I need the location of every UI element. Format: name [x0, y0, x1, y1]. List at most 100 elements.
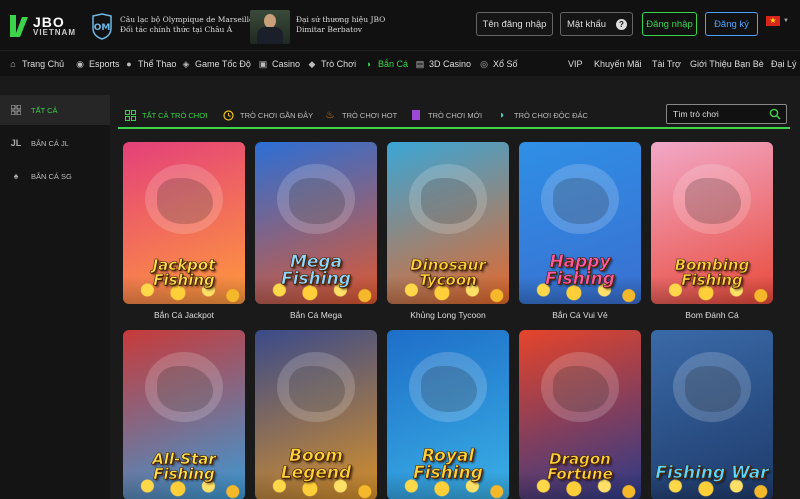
sidebar-item-label: BẮN CÁ SG — [31, 171, 72, 181]
nav-item-label: Thể Thao — [138, 59, 177, 69]
tab-hot-games[interactable]: ♨ TRÒ CHƠI HOT — [324, 105, 398, 125]
game-card[interactable]: Fishing War — [651, 330, 773, 499]
category-sidebar: TẤT CẢ JL BẮN CÁ JL ♠ BẮN CÁ SG — [0, 95, 110, 499]
sidebar-item-sg[interactable]: ♠ BẮN CÁ SG — [0, 161, 110, 191]
nav-item-label: Giới Thiệu Bạn Bè — [690, 59, 764, 69]
jbo-logo-icon — [10, 15, 28, 37]
game-card[interactable]: Royal Fishing — [387, 330, 509, 499]
controller-icon: ◈ — [182, 58, 190, 69]
nav-item-label: Esports — [89, 59, 120, 69]
username-field[interactable]: Tên đăng nhập — [476, 12, 553, 36]
game-card[interactable]: Boom Legend — [255, 330, 377, 499]
nav-item-0[interactable]: ⌂ Trang Chủ — [8, 51, 64, 77]
game-thumbnail[interactable]: Bombing Fishing — [651, 142, 773, 304]
game-thumbnail[interactable]: Dinosaur Tycoon — [387, 142, 509, 304]
jl-icon: JL — [10, 138, 22, 148]
game-thumbnail[interactable]: Happy Fishing — [519, 142, 641, 304]
nav-item-3[interactable]: ◈ Game Tốc Độ — [181, 51, 251, 77]
game-card[interactable]: Dragon Fortune — [519, 330, 641, 499]
password-help-icon[interactable]: ? — [616, 19, 627, 30]
game-logo-title: Fishing War — [655, 463, 769, 483]
search-input[interactable]: Tìm trò chơi — [666, 104, 787, 124]
fish-icon: ◗ — [498, 109, 506, 121]
login-button[interactable]: Đăng nhập — [642, 12, 697, 36]
lottery-icon: ◎ — [480, 58, 488, 69]
logo-line1: JBO — [33, 14, 65, 30]
game-name[interactable]: Bắn Cá Jackpot — [123, 310, 245, 320]
game-name[interactable]: Bắn Cá Vui Vẻ — [519, 310, 641, 320]
nav-item-11[interactable]: Tài Trợ — [652, 51, 681, 77]
chevron-down-icon[interactable]: ▼ — [783, 18, 789, 24]
nav-item-label: Game Tốc Độ — [195, 59, 251, 69]
game-card[interactable]: Dinosaur Tycoon Khủng Long Tycoon — [387, 142, 509, 320]
game-logo-title: Bombing Fishing — [674, 256, 750, 289]
game-logo-title: Happy Fishing — [545, 252, 615, 289]
partner-marseille-text: Câu lạc bộ Olympique de Marseille Đối tá… — [120, 15, 254, 34]
register-button[interactable]: Đăng ký — [705, 12, 758, 36]
nav-item-label: Trò Chơi — [321, 59, 357, 69]
game-logo-title: Dragon Fortune — [547, 450, 613, 483]
flame-icon: ♨ — [325, 109, 335, 121]
main-nav: ⌂ Trang Chủ ◉ Esports ● Thể Thao ◈ Game Tốc Độ ▣… — [0, 50, 800, 76]
search-icon[interactable] — [769, 108, 781, 120]
nav-item-4[interactable]: ▣ Casino — [258, 51, 300, 77]
nav-item-10[interactable]: Khuyến Mãi — [594, 51, 642, 77]
password-field[interactable]: Mật khẩu ? — [560, 12, 633, 36]
game-thumbnail[interactable]: Royal Fishing — [387, 330, 509, 499]
sidebar-item-jl[interactable]: JL BẮN CÁ JL — [0, 128, 110, 158]
nav-item-2[interactable]: ● Thể Thao — [124, 51, 176, 77]
game-name[interactable]: Bom Đánh Cá — [651, 310, 773, 320]
sidebar-item-all[interactable]: TẤT CẢ — [0, 95, 110, 125]
game-card[interactable]: Bombing Fishing Bom Đánh Cá — [651, 142, 773, 320]
nav-item-label: VIP — [568, 59, 583, 69]
game-thumbnail[interactable]: Boom Legend — [255, 330, 377, 499]
jbo-logo[interactable]: JBO VIETNAM — [8, 10, 80, 42]
cards-icon: ▣ — [258, 58, 268, 69]
game-card[interactable]: Jackpot Fishing Bắn Cá Jackpot — [123, 142, 245, 320]
gamepad-icon: ◉ — [76, 58, 84, 69]
grid-icon — [124, 109, 136, 121]
nav-item-label: Trang Chủ — [22, 59, 65, 69]
grid-icon — [10, 104, 22, 116]
nav-item-5[interactable]: ◆ Trò Chơi — [307, 51, 357, 77]
nav-item-1[interactable]: ◉ Esports — [75, 51, 120, 77]
tab-all-games[interactable]: TẤT CẢ TRÒ CHƠI — [124, 105, 208, 125]
game-grid: Jackpot Fishing Bắn Cá Jackpot Mega Fishin… — [123, 142, 773, 499]
nav-item-9[interactable]: VIP — [568, 51, 583, 77]
ball-icon: ● — [126, 59, 132, 69]
game-logo-title: Jackpot Fishing — [152, 256, 216, 289]
tab-recent-games[interactable]: TRÒ CHƠI GẦN ĐÂY — [222, 105, 313, 125]
game-card[interactable]: All-Star Fishing — [123, 330, 245, 499]
tab-unique-games[interactable]: ◗ TRÒ CHƠI ĐỘC ĐÁC — [496, 105, 588, 125]
nav-item-6[interactable]: ◗ Bắn Cá — [364, 51, 408, 77]
game-logo-title: Dinosaur Tycoon — [410, 256, 486, 289]
game-name[interactable]: Khủng Long Tycoon — [387, 310, 509, 320]
game-thumbnail[interactable]: Jackpot Fishing — [123, 142, 245, 304]
tab-new-games[interactable]: TRÒ CHƠI MỚI — [410, 105, 482, 125]
nav-item-8[interactable]: ◎ Xổ Số — [479, 51, 518, 77]
dice-icon: ◆ — [308, 58, 316, 69]
spade-icon: ♠ — [13, 171, 19, 181]
game-card[interactable]: Mega Fishing Bắn Cá Mega — [255, 142, 377, 320]
nav-item-13[interactable]: Đại Lý — [771, 51, 797, 77]
nav-item-label: 3D Casino — [429, 59, 472, 69]
sidebar-item-label: TẤT CẢ — [31, 105, 58, 115]
game-thumbnail[interactable]: Mega Fishing — [255, 142, 377, 304]
partner-ambassador-text: Đại sứ thương hiệu JBO Dimitar Berbatov — [296, 15, 386, 34]
game-card[interactable]: Happy Fishing Bắn Cá Vui Vẻ — [519, 142, 641, 320]
nav-item-label: Xổ Số — [493, 59, 518, 69]
clock-icon — [222, 109, 234, 121]
game-logo-title: Royal Fishing — [413, 446, 483, 483]
marseille-badge-icon: OM — [92, 13, 112, 40]
game-thumbnail[interactable]: All-Star Fishing — [123, 330, 245, 499]
game-thumbnail[interactable]: Fishing War — [651, 330, 773, 499]
nav-item-7[interactable]: ▤ 3D Casino — [415, 51, 471, 77]
game-tabs: TẤT CẢ TRÒ CHƠI TRÒ CHƠI GẦN ĐÂY ♨ TRÒ C… — [118, 101, 790, 129]
new-icon — [410, 109, 422, 121]
cube-icon: ▤ — [415, 58, 425, 69]
game-name[interactable]: Bắn Cá Mega — [255, 310, 377, 320]
game-thumbnail[interactable]: Dragon Fortune — [519, 330, 641, 499]
vietnam-flag-icon[interactable]: ★ — [766, 16, 780, 26]
game-logo-title: Boom Legend — [280, 446, 352, 483]
nav-item-12[interactable]: Giới Thiệu Bạn Bè — [690, 51, 764, 77]
